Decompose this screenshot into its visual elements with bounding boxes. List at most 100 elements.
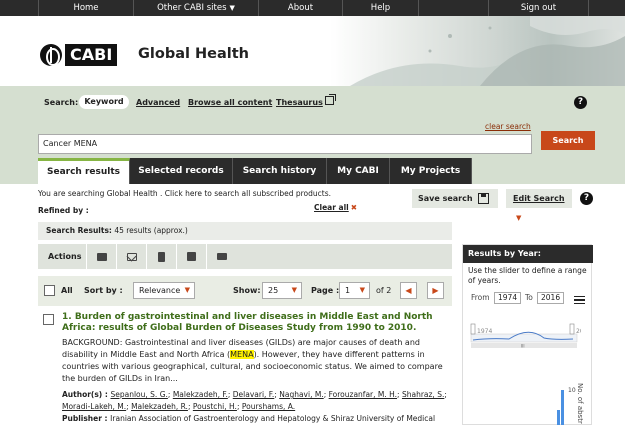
year-slider[interactable]: 1974 2016 III [469, 320, 591, 350]
from-year-input[interactable]: 1974 [494, 292, 522, 304]
top-nav: Home Other CABI sites ▼ About Help Sign o… [0, 0, 625, 16]
author-link[interactable]: Sepanlou, S. G. [110, 390, 167, 399]
tab-search-history[interactable]: Search history [233, 158, 327, 184]
publisher-label: Publisher [62, 414, 102, 423]
publisher-value: Iranian Association of Gastroenterology … [110, 414, 436, 423]
results-by-year-panel: Results by Year: Use the slider to defin… [462, 244, 593, 425]
clear-all-link[interactable]: Clear all ✖ [314, 203, 357, 212]
advanced-search-link[interactable]: Advanced [136, 98, 180, 107]
year-histogram-graphic [557, 390, 564, 425]
result-title-link[interactable]: 1. Burden of gastrointestinal and liver … [62, 312, 447, 333]
to-year-input[interactable]: 2016 [537, 292, 565, 304]
print-icon[interactable] [86, 244, 116, 269]
author-link[interactable]: Shahraz, S. [402, 390, 444, 399]
result-publisher: Publisher : Iranian Association of Gastr… [62, 414, 436, 423]
page-select[interactable]: 1 ▼ [339, 282, 370, 299]
thesaurus-link[interactable]: Thesaurus [276, 98, 323, 107]
download-icon[interactable] [146, 244, 176, 269]
result-checkbox[interactable] [43, 314, 54, 325]
result-authors: Author(s) : Sepanlou, S. G.; Malekzadeh,… [62, 390, 447, 411]
page-size-select[interactable]: 25 ▼ [262, 282, 302, 299]
email-icon[interactable] [116, 244, 146, 269]
year-panel-instructions: Use the slider to define a range of year… [468, 266, 587, 285]
nav-home-label: Home [73, 3, 99, 13]
actions-label: Actions [48, 252, 82, 261]
year-bar[interactable] [561, 390, 564, 425]
author-link[interactable]: Malekzadeh, F. [173, 390, 228, 399]
nav-about-label: About [287, 3, 314, 13]
search-input[interactable]: Cancer MENA [38, 134, 532, 154]
show-label: Show: [233, 286, 261, 295]
author-link[interactable]: Forouzanfar, M. H. [329, 390, 397, 399]
nav-help[interactable]: Help [342, 0, 418, 16]
keyword-search-tab[interactable]: Keyword [79, 95, 129, 109]
nav-spacer-end [588, 0, 625, 16]
tab-search-results[interactable]: Search results [38, 158, 130, 184]
search-term-highlight: MENA [230, 350, 254, 359]
tab-selected-records[interactable]: Selected records [130, 158, 233, 184]
sort-value: Relevance [139, 286, 181, 295]
clear-search-link[interactable]: clear search [485, 122, 531, 131]
slider-grip[interactable]: III [521, 344, 525, 349]
search-label: Search: [44, 98, 79, 107]
clear-all-label: Clear all [314, 203, 349, 212]
help-icon[interactable]: ? [580, 192, 593, 205]
results-summary: Search Results: 45 results (approx.) [38, 222, 452, 240]
page-label: Page : [311, 286, 340, 295]
search-scope-text[interactable]: You are searching Global Health . Click … [38, 189, 331, 198]
tab-my-cabi[interactable]: My CABI [327, 158, 390, 184]
prev-page-button[interactable]: ◀ [400, 282, 417, 299]
author-link[interactable]: Naghavi, M. [279, 390, 323, 399]
refined-by-label: Refined by : [38, 206, 89, 215]
external-link-icon[interactable] [325, 94, 336, 105]
add-to-folder-icon[interactable] [206, 244, 236, 269]
select-all-checkbox[interactable] [44, 285, 55, 296]
nav-help-label: Help [370, 3, 391, 13]
slider-left-handle[interactable] [470, 323, 476, 335]
select-all-label: All [61, 286, 73, 295]
histogram-axis-label: No. of abstr [576, 383, 584, 424]
author-link[interactable]: Pourshams, A. [242, 402, 295, 411]
author-link[interactable]: Delavari, F. [233, 390, 275, 399]
caret-down-icon: ▼ [184, 286, 190, 294]
nav-signout[interactable]: Sign out [488, 0, 588, 16]
year-panel-title: Results by Year: [463, 245, 593, 263]
slider-left-label: 1974 [477, 328, 492, 335]
edit-search-label: Edit Search [513, 194, 565, 203]
results-tabs: Search results Selected records Search h… [0, 158, 625, 184]
nav-other-sites-label: Other CABI sites [157, 3, 227, 13]
close-icon: ✖ [350, 203, 358, 212]
page-size-value: 25 [268, 286, 279, 295]
slider-right-label: 2016 [576, 328, 581, 335]
caret-down-icon: ▼ [291, 286, 297, 294]
author-link[interactable]: Moradi-Lakeh, M. [62, 402, 126, 411]
nav-about[interactable]: About [258, 0, 342, 16]
cabi-logo[interactable]: CABI [40, 44, 118, 66]
next-page-button[interactable]: ▶ [427, 282, 444, 299]
nav-other-sites[interactable]: Other CABI sites ▼ [133, 0, 258, 16]
sort-select[interactable]: Relevance ▼ [133, 282, 195, 299]
header-hands-image [330, 16, 625, 86]
page-total: of 2 [376, 286, 392, 295]
edit-search-button[interactable]: Edit Search ▼ [506, 189, 572, 222]
authors-label: Author(s) [62, 390, 103, 399]
author-link[interactable]: Malekzadeh, R. [131, 402, 188, 411]
nav-home[interactable]: Home [38, 0, 133, 16]
water-hands-illustration [350, 16, 625, 86]
caret-down-icon: ▼ [229, 4, 235, 12]
cabi-logo-text: CABI [65, 44, 118, 66]
sort-paging-bar: All Sort by : Relevance ▼ Show: 25 ▼ Page … [38, 276, 452, 306]
save-icon[interactable] [176, 244, 206, 269]
search-button[interactable]: Search [541, 131, 595, 150]
save-search-button[interactable]: Save search [412, 189, 498, 208]
year-bar[interactable] [557, 410, 560, 425]
result-abstract: BACKGROUND: Gastrointestinal and liver d… [62, 337, 454, 385]
tab-my-projects[interactable]: My Projects [390, 158, 472, 184]
from-label: From [471, 293, 490, 302]
slider-right-handle[interactable] [569, 323, 575, 335]
author-link[interactable]: Poustchi, H. [193, 402, 237, 411]
help-icon[interactable]: ? [574, 96, 587, 109]
browse-all-content-link[interactable]: Browse all content [188, 98, 272, 107]
page-value: 1 [345, 286, 351, 295]
menu-icon[interactable] [574, 296, 585, 304]
